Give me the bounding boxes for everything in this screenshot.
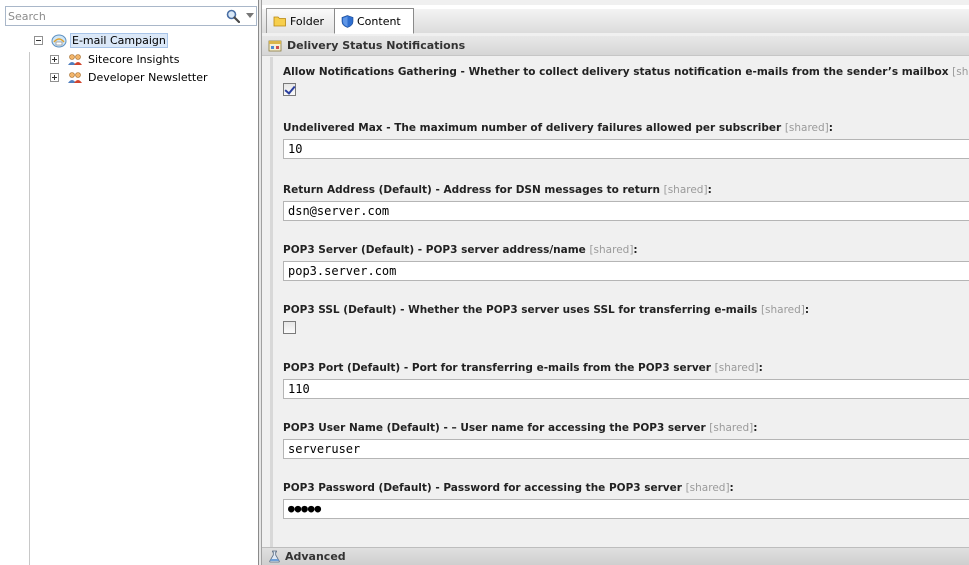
- section-icon: [268, 40, 282, 51]
- field-pop3-password: POP3 Password (Default) - Password for a…: [283, 481, 969, 519]
- field-pop3-ssl: POP3 SSL (Default) - Whether the POP3 se…: [283, 303, 969, 334]
- users-group-icon: [68, 53, 82, 65]
- tab-label: Content: [357, 14, 401, 28]
- tab-folder[interactable]: Folder: [266, 8, 336, 33]
- pop3-server-input[interactable]: pop3.server.com: [283, 261, 969, 281]
- field-label: POP3 Port (Default) - Port for transferr…: [283, 362, 763, 374]
- field-return-address: Return Address (Default) - Address for D…: [283, 183, 969, 221]
- collapse-icon[interactable]: [34, 36, 43, 45]
- section-header-delivery-status[interactable]: Delivery Status Notifications: [262, 36, 969, 56]
- search-dropdown-arrow-icon[interactable]: [246, 13, 254, 18]
- expand-icon[interactable]: [50, 55, 59, 64]
- pop3-password-input[interactable]: ●●●●●: [283, 499, 969, 519]
- editor-tab-bar: Folder Content: [262, 5, 969, 34]
- allow-notifications-checkbox[interactable]: [283, 83, 296, 96]
- search-icon[interactable]: [226, 9, 240, 23]
- search-box: [5, 6, 257, 26]
- tab-label: Folder: [290, 14, 324, 28]
- email-campaign-icon: [51, 34, 67, 47]
- pop3-port-input[interactable]: 110: [283, 379, 969, 399]
- field-allow-notifications-gathering: Allow Notifications Gathering - Whether …: [283, 65, 969, 96]
- expand-icon[interactable]: [50, 73, 59, 82]
- tree-item-sitecore-insights[interactable]: Sitecore Insights: [50, 51, 181, 68]
- section-header-advanced[interactable]: Advanced: [262, 547, 969, 565]
- flask-icon: [269, 550, 280, 563]
- field-label: Return Address (Default) - Address for D…: [283, 184, 712, 196]
- advanced-title: Advanced: [285, 550, 346, 563]
- pop3-user-name-input[interactable]: serveruser: [283, 439, 969, 459]
- field-pop3-port: POP3 Port (Default) - Port for transferr…: [283, 361, 969, 399]
- field-label: Undelivered Max - The maximum number of …: [283, 122, 833, 134]
- field-label: POP3 Password (Default) - Password for a…: [283, 482, 734, 494]
- field-label: POP3 SSL (Default) - Whether the POP3 se…: [283, 304, 810, 316]
- field-pop3-server: POP3 Server (Default) - POP3 server addr…: [283, 243, 969, 281]
- field-pop3-user-name: POP3 User Name (Default) - – User name f…: [283, 421, 969, 459]
- folder-icon: [273, 16, 286, 27]
- tab-content[interactable]: Content: [334, 8, 414, 34]
- field-label: Allow Notifications Gathering - Whether …: [283, 66, 969, 78]
- fields-container: Allow Notifications Gathering - Whether …: [270, 57, 969, 547]
- tree-item-developer-newsletter[interactable]: Developer Newsletter: [50, 69, 210, 86]
- tree-item-email-campaign[interactable]: E-mail Campaign: [34, 32, 168, 49]
- pop3-ssl-checkbox[interactable]: [283, 321, 296, 334]
- field-undelivered-max: Undelivered Max - The maximum number of …: [283, 121, 969, 159]
- search-input[interactable]: [8, 8, 218, 24]
- content-editor-panel: Folder Content Delivery Status Notificat…: [262, 0, 969, 565]
- content-tree-panel: E-mail Campaign Sitecore Insights Develo…: [0, 0, 259, 565]
- tree-item-label: Developer Newsletter: [88, 71, 208, 84]
- return-address-input[interactable]: dsn@server.com: [283, 201, 969, 221]
- undelivered-max-input[interactable]: 10: [283, 139, 969, 159]
- tree-item-label: Sitecore Insights: [88, 53, 180, 66]
- field-label: POP3 User Name (Default) - – User name f…: [283, 422, 758, 434]
- field-label: POP3 Server (Default) - POP3 server addr…: [283, 244, 638, 256]
- users-group-icon: [68, 71, 82, 83]
- tree-item-label: E-mail Campaign: [70, 33, 168, 48]
- shield-icon: [341, 14, 354, 28]
- tree-guide-line: [29, 52, 30, 565]
- section-title: Delivery Status Notifications: [287, 39, 466, 52]
